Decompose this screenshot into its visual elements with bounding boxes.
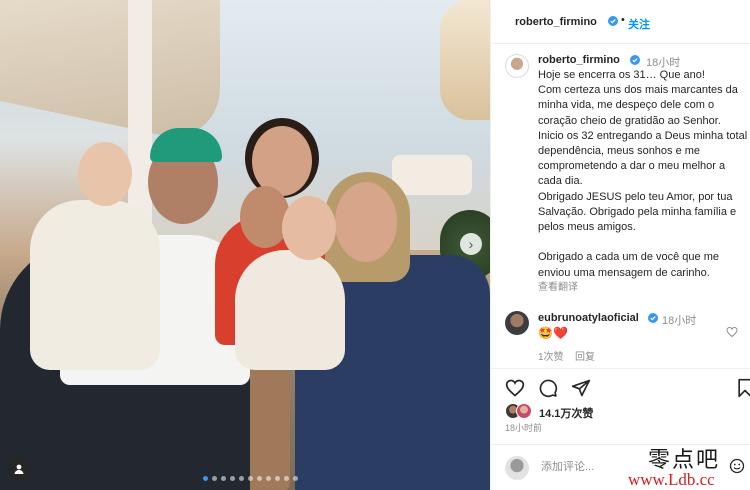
liker-avatars[interactable] xyxy=(505,403,537,419)
verified-badge-icon xyxy=(608,16,618,26)
carousel-dot xyxy=(257,476,262,481)
liker-avatar xyxy=(516,403,532,419)
save-button[interactable] xyxy=(735,378,750,398)
next-photo-button[interactable]: › xyxy=(460,233,482,255)
comment-icon xyxy=(539,379,558,398)
carousel-dot xyxy=(221,476,226,481)
comment-reply-button[interactable]: 回复 xyxy=(575,348,595,363)
photo-awning xyxy=(0,0,220,148)
comment-button[interactable] xyxy=(538,378,558,398)
emoji-icon[interactable] xyxy=(729,458,745,474)
heart-icon xyxy=(505,379,525,397)
photo-baby-left xyxy=(30,200,160,370)
carousel-dot xyxy=(275,476,280,481)
post-time[interactable]: 18小时前 xyxy=(505,421,542,434)
user-icon xyxy=(14,464,24,474)
post-side-panel: roberto_firmino • 关注 roberto_firmino 18小… xyxy=(490,0,750,490)
comment-like-icon[interactable] xyxy=(726,326,738,338)
carousel-dot xyxy=(284,476,289,481)
photo-baby-right-head xyxy=(282,196,336,260)
watermark-url: www.Ldb.cc xyxy=(628,470,715,489)
header-username[interactable]: roberto_firmino xyxy=(515,16,597,28)
photo-lamp-small xyxy=(392,155,472,195)
likes-count[interactable]: 14.1万次赞 xyxy=(539,405,593,421)
chevron-right-icon: › xyxy=(468,236,474,252)
share-button[interactable] xyxy=(571,378,591,398)
comment-text: 🤩❤️ xyxy=(538,326,568,340)
photo-baby-left-head xyxy=(78,142,132,206)
post-photo[interactable]: › xyxy=(0,0,490,490)
like-button[interactable] xyxy=(505,378,525,398)
caption-username[interactable]: roberto_firmino xyxy=(538,54,620,66)
current-user-avatar xyxy=(505,456,529,480)
comment-avatar[interactable] xyxy=(505,311,529,335)
verified-badge-icon xyxy=(630,55,640,65)
photo-woman-head xyxy=(335,182,397,262)
carousel-dots xyxy=(203,476,298,481)
header-separator: • xyxy=(621,14,625,26)
caption-avatar[interactable] xyxy=(505,54,529,78)
carousel-dot xyxy=(239,476,244,481)
post-header: roberto_firmino • 关注 xyxy=(491,0,750,44)
paper-plane-icon xyxy=(571,379,591,397)
verified-badge-icon xyxy=(648,313,658,323)
carousel-dot xyxy=(212,476,217,481)
tagged-users-button[interactable] xyxy=(8,458,30,480)
carousel-dot xyxy=(248,476,253,481)
comment-likes[interactable]: 1次赞 xyxy=(538,348,564,363)
carousel-dot xyxy=(203,476,208,481)
photo-lamp xyxy=(440,0,490,120)
comment-time[interactable]: 18小时 xyxy=(662,312,696,328)
comment-username[interactable]: eubrunoatylaoficial xyxy=(538,312,639,324)
carousel-dot xyxy=(266,476,271,481)
bookmark-icon xyxy=(738,378,750,398)
see-translation-link[interactable]: 查看翻译 xyxy=(538,278,578,293)
photo-baby-right xyxy=(235,250,345,370)
follow-button[interactable]: 关注 xyxy=(628,16,650,32)
caption-text: Hoje se encerra os 31… Que ano! Com cert… xyxy=(538,69,748,279)
carousel-dot xyxy=(293,476,298,481)
carousel-dot xyxy=(230,476,235,481)
